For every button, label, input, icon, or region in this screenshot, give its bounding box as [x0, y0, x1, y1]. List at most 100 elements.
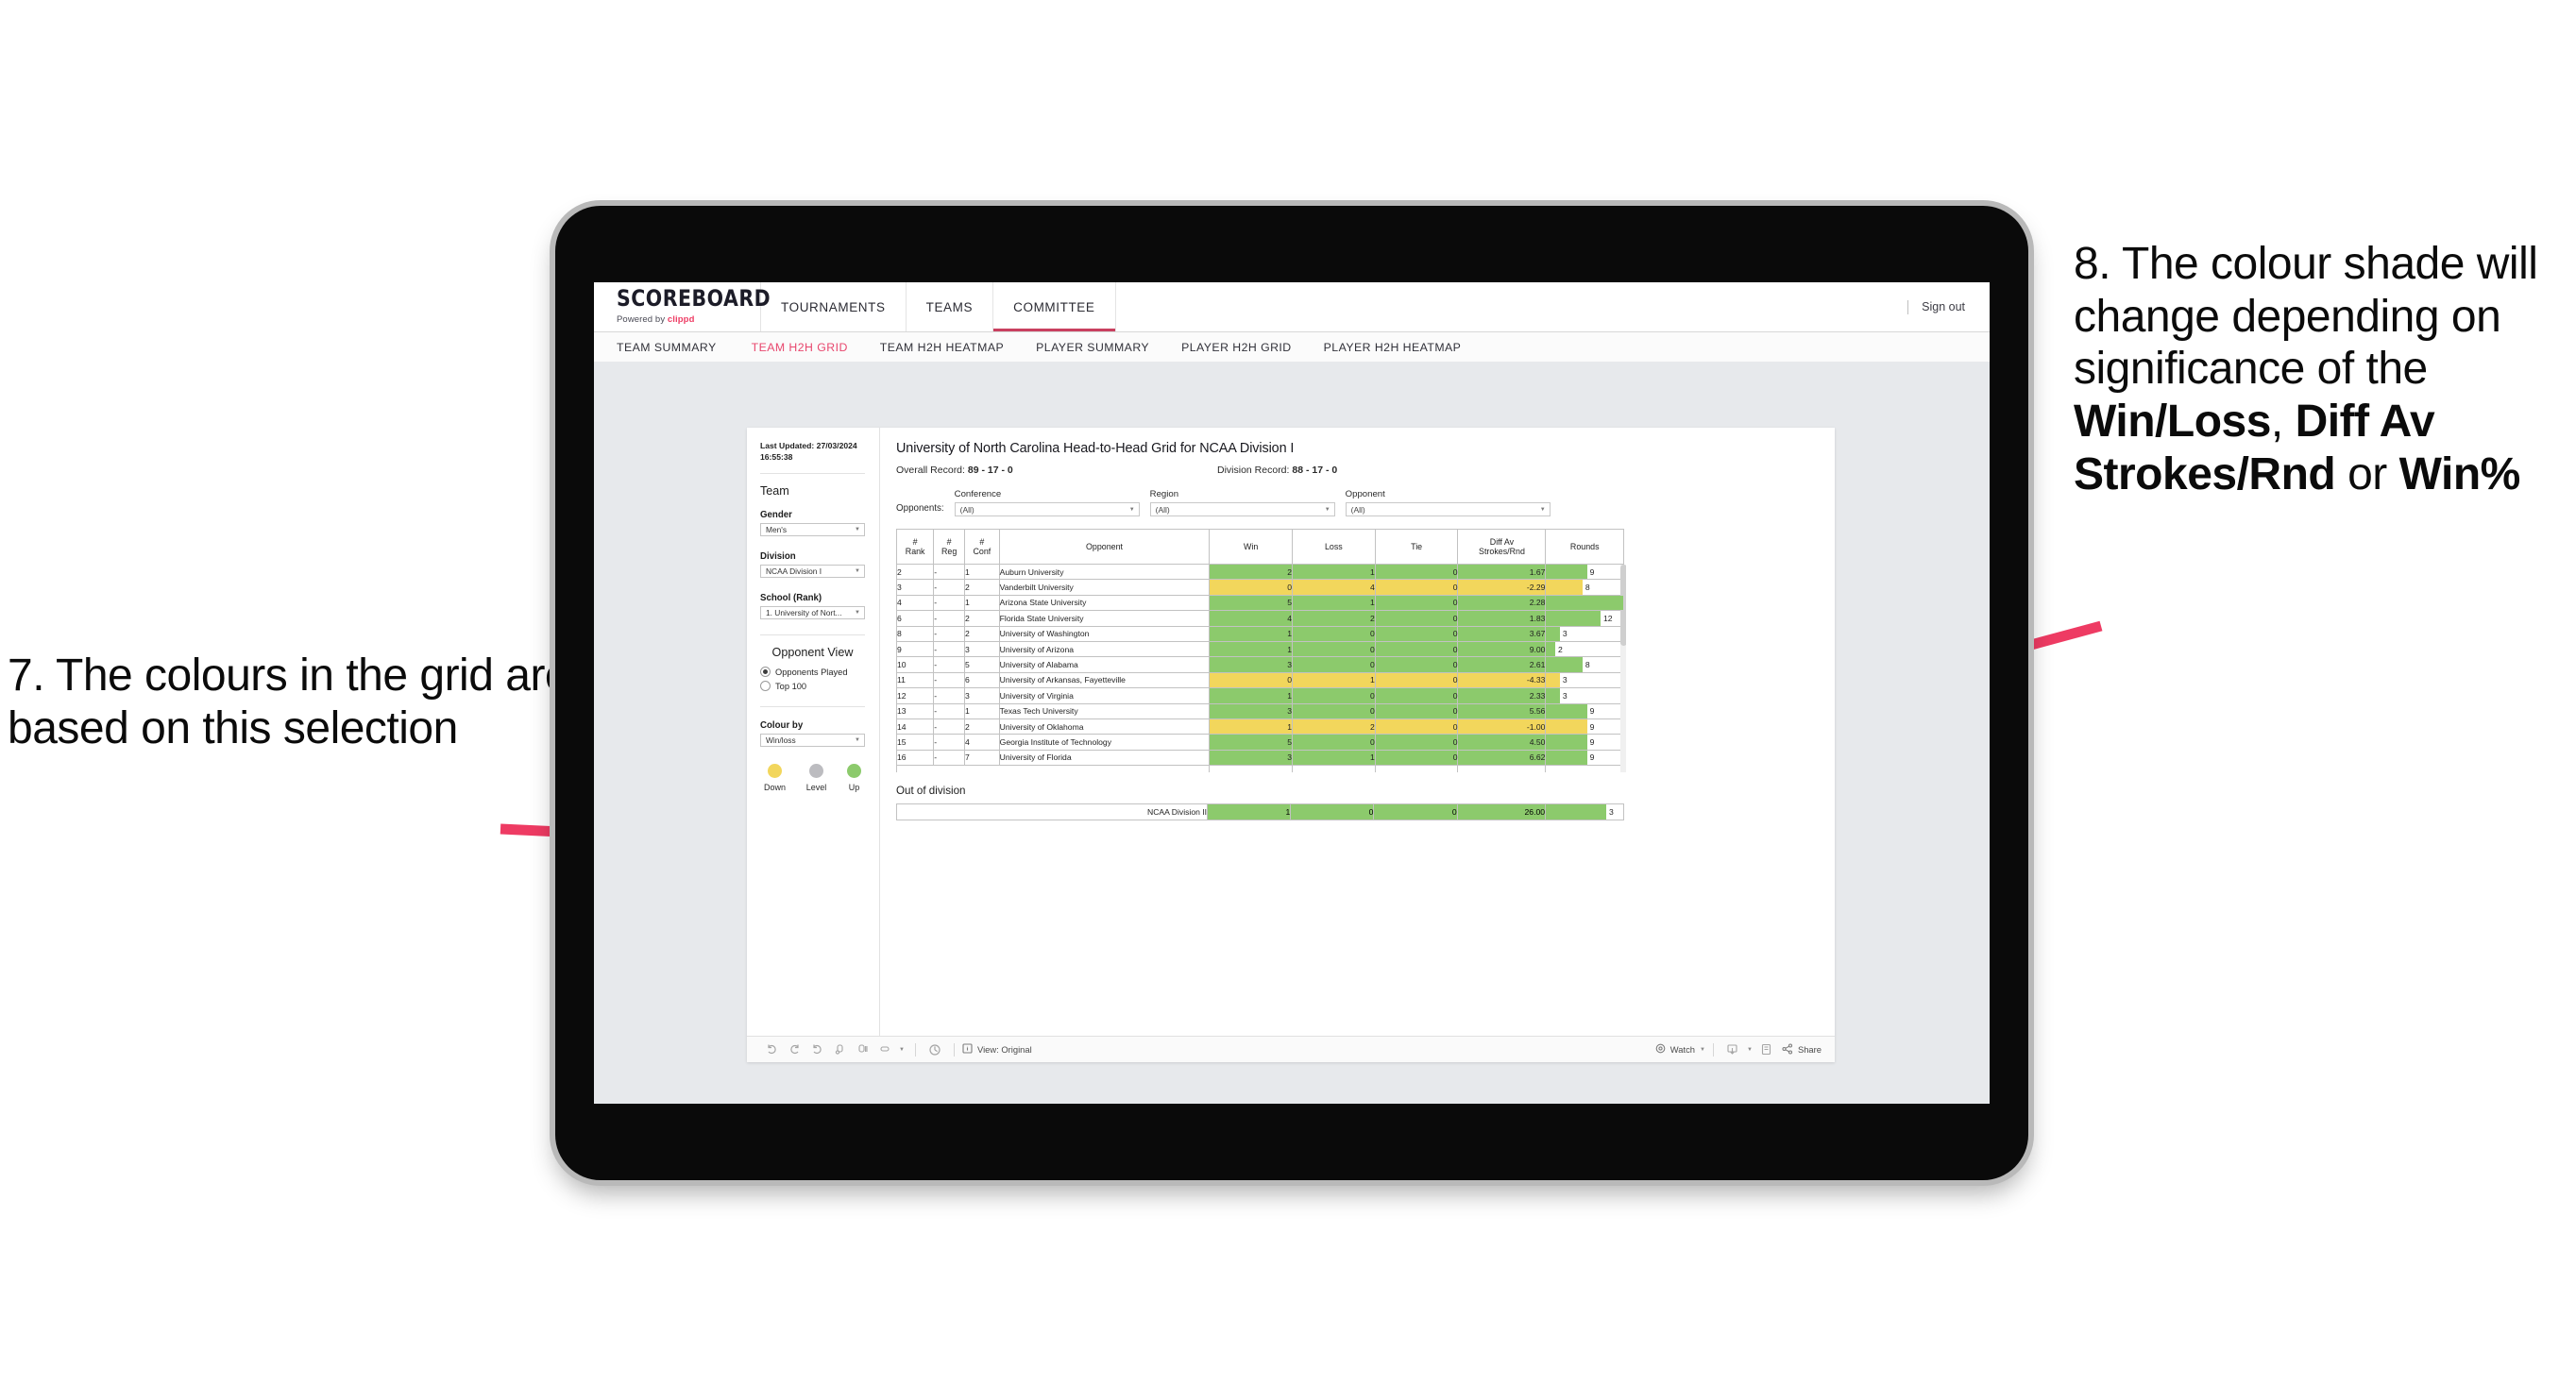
redo-icon[interactable] [783, 1040, 805, 1059]
revert-icon[interactable] [805, 1040, 828, 1059]
chevron-down-icon: ▼ [855, 568, 860, 575]
cell-empty [1457, 765, 1547, 772]
col-win: Win [1209, 529, 1294, 565]
subnav-item-player-h2h-grid[interactable]: PLAYER H2H GRID [1165, 341, 1308, 354]
cell-rounds: 9 [1545, 565, 1624, 581]
annotation-right: 8. The colour shade will change dependin… [2074, 238, 2576, 500]
cell-loss: 1 [1292, 594, 1376, 612]
subnav-item-player-summary[interactable]: PLAYER SUMMARY [1020, 341, 1165, 354]
cell-opponent: University of Florida [998, 749, 1211, 767]
table-row[interactable]: 9-3 University of Arizona 1 0 0 9.00 2 [896, 640, 1624, 658]
sign-out-link[interactable]: Sign out [1922, 300, 1965, 313]
gender-select[interactable]: Men's ▼ [760, 523, 865, 537]
field-school-rank: School (Rank) 1. University of Nort... ▼ [760, 593, 865, 620]
field-colour-by-label: Colour by [760, 720, 804, 732]
col-reg: # Reg [933, 529, 966, 565]
table-row[interactable]: 14-2 University of Oklahoma 1 2 0 -1.00 9 [896, 718, 1624, 735]
ood-rounds: 3 [1545, 803, 1624, 820]
ood-diff: 26.00 [1456, 803, 1547, 820]
watch-button[interactable]: Watch ▼ [1655, 1043, 1705, 1056]
refresh-icon[interactable] [828, 1040, 851, 1059]
radio-top-100-label: Top 100 [775, 681, 807, 691]
cell-tie: 0 [1374, 610, 1459, 627]
cell-rank: 14 [896, 718, 935, 735]
table-row[interactable]: 10-5 University of Alabama 3 0 0 2.61 8 [896, 656, 1624, 673]
view-original-button[interactable]: View: Original [962, 1043, 1032, 1056]
cell-rounds: 9 [1545, 734, 1624, 751]
col-opponent: Opponent [998, 529, 1211, 565]
cell-conf: 2 [964, 610, 1000, 627]
cell-rounds: 8 [1545, 579, 1624, 596]
subnav-item-player-h2h-heatmap[interactable]: PLAYER H2H HEATMAP [1308, 341, 1478, 354]
annotation-emphasis: Win/Loss [2074, 397, 2271, 448]
filters-row: Opponents: Conference (All) ▼ Region (Al [896, 489, 1818, 516]
cell-opponent: University of Oklahoma [998, 718, 1211, 735]
cell-rounds: 9 [1545, 718, 1624, 735]
undo-icon[interactable] [760, 1040, 783, 1059]
field-gender: Gender Men's ▼ [760, 510, 865, 537]
chevron-down-icon: ▼ [1128, 506, 1135, 513]
topnav-item-committee[interactable]: COMMITTEE [993, 282, 1116, 331]
cell-reg: - [933, 579, 966, 596]
divider [1712, 1042, 1714, 1056]
cell-win: 0 [1209, 579, 1294, 596]
h2h-table-scroll-area[interactable]: 2-1 Auburn University 2 1 0 1.67 9 3-2 Vanderbil… [896, 565, 1626, 772]
chevron-down-icon[interactable]: ▼ [896, 1040, 907, 1059]
col-rank: # Rank [895, 529, 935, 565]
table-row: NCAA Division II 1 0 0 26.00 3 [895, 803, 1624, 820]
share-icon [1782, 1042, 1793, 1056]
table-row[interactable]: 3-2 Vanderbilt University 0 4 0 -2.29 8 [896, 579, 1624, 596]
pause-icon[interactable] [924, 1040, 946, 1059]
cell-empty [1209, 765, 1294, 772]
school-rank-select[interactable]: 1. University of Nort... ▼ [760, 606, 865, 620]
cell-loss: 0 [1292, 702, 1376, 719]
table-row[interactable]: 8-2 University of Washington 1 0 0 3.67 3 [896, 625, 1624, 642]
conference-select[interactable]: (All) ▼ [954, 502, 1140, 516]
opponent-select[interactable]: (All) ▼ [1345, 502, 1551, 516]
powered-brand: clippd [667, 313, 695, 325]
cell-win: 2 [1209, 565, 1294, 581]
share-button[interactable]: Share [1782, 1042, 1822, 1056]
table-row[interactable]: 2-1 Auburn University 2 1 0 1.67 9 [896, 565, 1624, 581]
table-row[interactable]: 15-4 Georgia Institute of Technology 5 0 0 4.… [896, 734, 1624, 751]
subnav-item-team-h2h-grid[interactable]: TEAM H2H GRID [736, 341, 864, 354]
download-icon[interactable] [1721, 1040, 1744, 1059]
cell-reg: - [933, 625, 966, 642]
cell-reg: - [933, 640, 966, 658]
pause-auto-update-icon[interactable] [851, 1040, 873, 1059]
table-row[interactable]: 13-1 Texas Tech University 3 0 0 5.56 9 [896, 702, 1624, 719]
division-select[interactable]: NCAA Division I ▼ [760, 565, 865, 579]
subnav-item-team-h2h-heatmap[interactable]: TEAM H2H HEATMAP [864, 341, 1020, 354]
viz-toolbar: ▼ View: Original Watch ▼ ▼ Share [747, 1036, 1835, 1062]
colour-by-select[interactable]: Win/loss ▼ [760, 734, 865, 748]
chevron-down-icon: ▼ [855, 737, 860, 744]
cell-conf: 1 [964, 702, 1000, 719]
cell-tie: 0 [1374, 687, 1459, 704]
table-row[interactable]: 11-6 University of Arkansas, Fayetteville… [896, 671, 1624, 689]
chevron-down-icon[interactable]: ▼ [1744, 1040, 1755, 1059]
table-row[interactable]: 6-2 Florida State University 4 2 0 1.83 12 [896, 610, 1624, 627]
topnav-item-teams[interactable]: TEAMS [907, 282, 994, 331]
school-rank-value: 1. University of Nort... [766, 608, 842, 618]
cell-reg: - [933, 718, 966, 735]
cell-win: 5 [1209, 734, 1294, 751]
region-select[interactable]: (All) ▼ [1149, 502, 1335, 516]
out-of-division-title: Out of division [896, 785, 966, 797]
opponents-label: Opponents: [896, 503, 944, 514]
table-row[interactable]: 12-3 University of Virginia 1 0 0 2.33 3 [896, 687, 1624, 704]
table-row[interactable]: 4-1Arizona State University5102.2817 [896, 594, 1624, 612]
cell-opponent: University of Washington [998, 625, 1211, 642]
radio-top-100[interactable]: Top 100 [760, 681, 865, 692]
chevron-down-icon: ▼ [1700, 1046, 1705, 1053]
highlight-icon[interactable] [873, 1040, 896, 1059]
division-record-label: Division Record: [1217, 465, 1293, 476]
cell-loss: 0 [1292, 734, 1376, 751]
topnav-item-tournaments[interactable]: TOURNAMENTS [761, 282, 907, 331]
radio-opponents-played[interactable]: Opponents Played [760, 667, 865, 678]
viz-card: Last Updated: 27/03/2024 16:55:38 Team G… [747, 428, 1835, 1062]
h2h-table-header: # Rank # Reg # Conf Opponent Win Loss Ti… [895, 529, 1624, 565]
legend-dot-down [768, 764, 782, 779]
table-row[interactable]: 16-7 University of Florida 3 1 0 6.62 9 [896, 749, 1624, 767]
subnav-item-team-summary[interactable]: TEAM SUMMARY [617, 341, 736, 354]
fullscreen-icon[interactable] [1755, 1040, 1778, 1059]
